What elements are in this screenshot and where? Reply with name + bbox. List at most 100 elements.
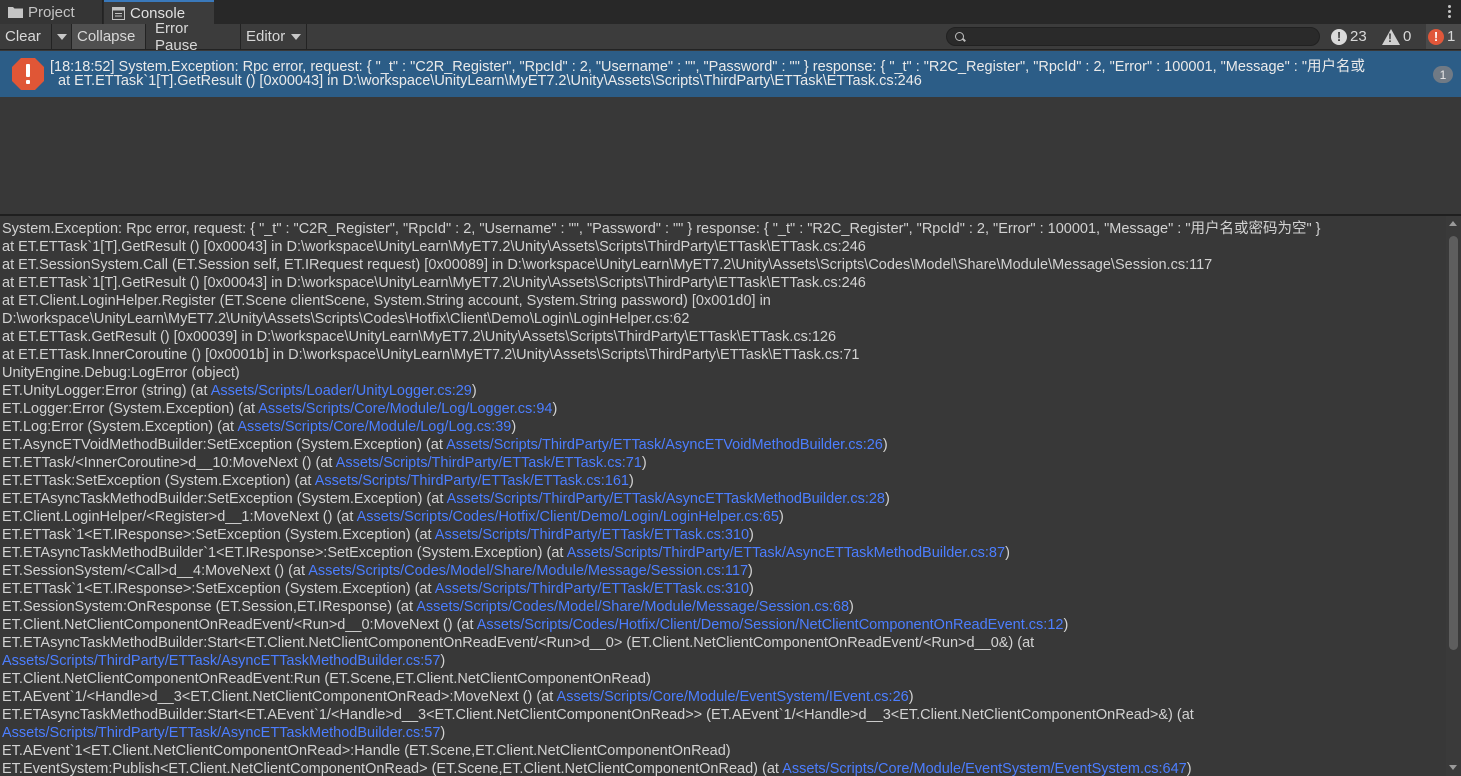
stack-trace-suffix: )	[749, 527, 754, 543]
source-link[interactable]: Assets/Scripts/ThirdParty/ETTask/AsyncET…	[2, 725, 440, 741]
stack-trace-suffix: )	[849, 599, 854, 615]
info-icon: !	[1331, 28, 1347, 45]
source-link[interactable]: Assets/Scripts/Loader/UnityLogger.cs:29	[211, 383, 472, 399]
stack-trace-text: ET.AEvent`1<ET.Client.NetClientComponent…	[2, 743, 731, 759]
stack-trace-line: ET.Client.NetClientComponentOnReadEvent/…	[2, 616, 1320, 634]
stack-trace-panel[interactable]: System.Exception: Rpc error, request: { …	[0, 216, 1446, 776]
stack-trace-line: ET.AEvent`1/<Handle>d__3<ET.Client.NetCl…	[2, 688, 1320, 706]
error-icon: !	[1428, 28, 1444, 45]
tab-project-label: Project	[28, 3, 75, 21]
stack-trace-line: ET.ETAsyncTaskMethodBuilder:SetException…	[2, 490, 1320, 508]
stack-trace-line: at ET.ETTask`1[T].GetResult () [0x00043]…	[2, 274, 1320, 292]
console-log-entry-selected[interactable]: [18:18:52] System.Exception: Rpc error, …	[0, 51, 1461, 97]
scrollbar-thumb[interactable]	[1449, 236, 1458, 650]
stack-trace-text: ET.ETTask:SetException (System.Exception…	[2, 473, 315, 489]
chevron-down-icon	[291, 33, 302, 40]
error-filter-toggle[interactable]: ! 1	[1426, 24, 1461, 49]
warning-count: 0	[1403, 28, 1412, 45]
source-link[interactable]: Assets/Scripts/ThirdParty/ETTask/AsyncET…	[567, 545, 1005, 561]
more-options-icon[interactable]	[1448, 3, 1451, 20]
stack-trace-text: ET.Log:Error (System.Exception) (at	[2, 419, 238, 435]
stack-trace-suffix: )	[778, 509, 784, 525]
stack-trace-text: at ET.ETTask`1[T].GetResult () [0x00043]…	[2, 275, 866, 291]
stack-trace-text: ET.ETTask`1<ET.IResponse>:SetException (…	[2, 527, 435, 543]
log-filter-toggle[interactable]: ! 23	[1331, 24, 1367, 49]
stack-trace-suffix: )	[908, 689, 914, 705]
stack-trace-text: ET.ETTask/<InnerCoroutine>d__10:MoveNext…	[2, 455, 336, 471]
stack-trace-text: ET.ETTask`1<ET.IResponse>:SetException (…	[2, 581, 435, 597]
warning-icon: !	[1382, 28, 1400, 45]
editor-dropdown-label: Editor	[246, 28, 286, 45]
stack-trace-text: ET.Client.LoginHelper/<Register>d__1:Mov…	[2, 509, 357, 525]
stack-trace-text: at ET.ETTask`1[T].GetResult () [0x00043]…	[2, 239, 866, 255]
editor-dropdown[interactable]: Editor	[241, 24, 307, 49]
collapse-toggle[interactable]: Collapse	[72, 24, 146, 49]
stack-trace-text: System.Exception: Rpc error, request: { …	[2, 221, 1321, 237]
scroll-up-icon[interactable]	[1449, 221, 1457, 226]
stack-trace-line: at ET.ETTask`1[T].GetResult () [0x00043]…	[2, 238, 1320, 256]
source-link[interactable]: Assets/Scripts/Codes/Hotfix/Client/Demo/…	[477, 617, 1064, 633]
stack-trace-suffix: )	[511, 419, 517, 435]
stack-trace-text: ET.ETAsyncTaskMethodBuilder:Start<ET.Cli…	[2, 635, 1035, 651]
stack-trace-line: ET.EventSystem:Publish<ET.Client.NetClie…	[2, 760, 1320, 776]
scroll-down-icon[interactable]	[1449, 765, 1457, 770]
source-link[interactable]: Assets/Scripts/ThirdParty/ETTask/AsyncET…	[447, 491, 885, 507]
search-input[interactable]	[946, 27, 1320, 46]
entry-message-line2: at ET.ETTask`1[T].GetResult () [0x00043]…	[58, 73, 922, 89]
source-link[interactable]: Assets/Scripts/Codes/Model/Share/Module/…	[416, 599, 849, 615]
error-count: 1	[1447, 28, 1456, 45]
stack-trace-line: ET.Logger:Error (System.Exception) (at A…	[2, 400, 1320, 418]
stack-trace-suffix: )	[471, 383, 477, 399]
stack-trace-text: ET.EventSystem:Publish<ET.Client.NetClie…	[2, 761, 783, 776]
source-link[interactable]: Assets/Scripts/Codes/Model/Share/Module/…	[308, 563, 748, 579]
log-count: 23	[1350, 28, 1367, 45]
source-link[interactable]: Assets/Scripts/Codes/Hotfix/Client/Demo/…	[357, 509, 779, 525]
source-link[interactable]: Assets/Scripts/ThirdParty/ETTask/ETTask.…	[435, 581, 749, 597]
stack-trace-text: ET.ETAsyncTaskMethodBuilder:Start<ET.AEv…	[2, 707, 1194, 723]
vertical-scrollbar[interactable]	[1446, 216, 1461, 776]
source-link[interactable]: Assets/Scripts/Core/Module/Log/Log.cs:39	[237, 419, 511, 435]
stack-trace-line: ET.SessionSystem:OnResponse (ET.Session,…	[2, 598, 1320, 616]
stack-trace-text: ET.SessionSystem/<Call>d__4:MoveNext () …	[2, 563, 309, 579]
stack-trace-text: ET.AsyncETVoidMethodBuilder:SetException…	[2, 437, 447, 453]
clear-options-dropdown[interactable]	[52, 24, 72, 49]
stack-trace-suffix: )	[1186, 761, 1192, 776]
stack-trace-line: ET.ETAsyncTaskMethodBuilder:Start<ET.AEv…	[2, 706, 1320, 724]
stack-trace-suffix: )	[882, 437, 888, 453]
search-icon	[955, 32, 964, 41]
error-icon	[12, 58, 44, 90]
tab-project[interactable]: Project	[0, 0, 103, 24]
stack-trace-line: ET.SessionSystem/<Call>d__4:MoveNext () …	[2, 562, 1320, 580]
stack-trace-suffix: )	[552, 401, 558, 417]
source-link[interactable]: Assets/Scripts/ThirdParty/ETTask/AsyncET…	[2, 653, 440, 669]
folder-icon	[8, 7, 23, 18]
source-link[interactable]: Assets/Scripts/ThirdParty/ETTask/ETTask.…	[336, 455, 642, 471]
stack-trace-text: ET.UnityLogger:Error (string) (at	[2, 383, 211, 399]
source-link[interactable]: Assets/Scripts/ThirdParty/ETTask/ETTask.…	[435, 527, 749, 543]
stack-trace-text: D:\workspace\UnityLearn\MyET7.2\Unity\As…	[2, 311, 690, 327]
source-link[interactable]: Assets/Scripts/ThirdParty/ETTask/ETTask.…	[315, 473, 629, 489]
source-link[interactable]: Assets/Scripts/ThirdParty/ETTask/AsyncET…	[446, 437, 883, 453]
log-list-area[interactable]	[0, 97, 1461, 214]
error-pause-toggle[interactable]: Error Pause	[150, 20, 241, 54]
source-link[interactable]: Assets/Scripts/Core/Module/Log/Logger.cs…	[258, 401, 552, 417]
stack-trace-suffix: )	[1005, 545, 1010, 561]
stack-trace-line: System.Exception: Rpc error, request: { …	[2, 220, 1320, 238]
source-link[interactable]: Assets/Scripts/Core/Module/EventSystem/I…	[557, 689, 909, 705]
warning-filter-toggle[interactable]: ! 0	[1382, 24, 1411, 49]
stack-trace-line: ET.AsyncETVoidMethodBuilder:SetException…	[2, 436, 1320, 454]
stack-trace-suffix: )	[748, 563, 753, 579]
stack-trace-suffix: )	[641, 455, 647, 471]
stack-trace-text: at ET.ETTask.InnerCoroutine () [0x0001b]…	[2, 347, 860, 363]
stack-trace-suffix: )	[628, 473, 634, 489]
stack-trace-line: ET.ETAsyncTaskMethodBuilder`1<ET.IRespon…	[2, 544, 1320, 562]
stack-trace-line: ET.ETTask:SetException (System.Exception…	[2, 472, 1320, 490]
stack-trace-suffix: )	[1063, 617, 1069, 633]
stack-trace-line: ET.ETTask`1<ET.IResponse>:SetException (…	[2, 526, 1320, 544]
stack-trace-line: ET.Client.NetClientComponentOnReadEvent:…	[2, 670, 1320, 688]
stack-trace-text: ET.Client.NetClientComponentOnReadEvent/…	[2, 617, 477, 633]
entry-count-badge: 1	[1433, 66, 1453, 83]
source-link[interactable]: Assets/Scripts/Core/Module/EventSystem/E…	[782, 761, 1187, 776]
stack-trace-line: ET.ETTask`1<ET.IResponse>:SetException (…	[2, 580, 1320, 598]
clear-button[interactable]: Clear	[0, 24, 52, 49]
